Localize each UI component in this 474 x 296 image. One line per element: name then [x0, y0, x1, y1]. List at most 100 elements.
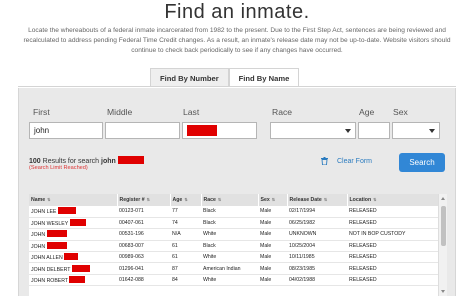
cell-name: JOHN ROBERT: [29, 274, 117, 287]
cell-location: RELEASED: [347, 251, 438, 264]
cell-sex: Male: [258, 217, 287, 230]
sex-select[interactable]: [392, 122, 440, 139]
table-row[interactable]: JOHN ALLEN 00989-063 61 White Male 10/11…: [29, 251, 438, 264]
cell-release-date: 08/23/1985: [287, 262, 347, 275]
cell-release-date: 04/02/1988: [287, 274, 347, 287]
sort-icon: ⇅: [184, 197, 188, 202]
middle-name-input[interactable]: [105, 122, 180, 139]
column-header-race[interactable]: Race ⇅: [201, 194, 259, 206]
search-panel: First Middle Last Race Age Sex john 100 …: [18, 88, 456, 296]
race-select[interactable]: [270, 122, 356, 139]
cell-race: American Indian: [201, 262, 258, 275]
last-name-label: Last: [183, 107, 200, 117]
cell-name: JOHN: [29, 228, 117, 241]
column-header-name[interactable]: Name ⇅: [29, 194, 118, 206]
redaction-mark: [46, 230, 67, 238]
search-button[interactable]: Search: [399, 153, 445, 172]
cell-name: JOHN ALLEN: [29, 251, 117, 264]
tab-find-by-number[interactable]: Find By Number: [150, 68, 229, 87]
cell-age: 84: [170, 274, 201, 287]
sort-icon: ⇅: [217, 197, 222, 202]
cell-race: White: [201, 228, 258, 241]
redaction-mark: [46, 241, 67, 249]
column-header-location[interactable]: Location ⇅: [347, 194, 439, 206]
results-text: Results for search: [42, 158, 100, 165]
column-header-release-date[interactable]: Release Date ⇅: [287, 194, 348, 206]
cell-register: 00683-007: [117, 240, 170, 253]
cell-register: 00531-196: [117, 228, 170, 241]
cell-register: 01642-088: [117, 274, 170, 287]
cell-sex: Male: [258, 274, 287, 287]
redaction-mark: [69, 276, 86, 284]
cell-sex: Male: [258, 240, 287, 253]
cell-name: JOHN DELBERT: [29, 262, 117, 275]
tab-find-by-name[interactable]: Find By Name: [228, 68, 300, 87]
cell-race: Black: [201, 240, 258, 253]
cell-location: RELEASED: [347, 240, 438, 253]
middle-name-label: Middle: [107, 107, 133, 117]
cell-age: 87: [170, 262, 201, 275]
redaction-mark: [187, 125, 217, 136]
cell-register: 00989-063: [117, 251, 170, 264]
sort-icon: ⇅: [47, 197, 51, 202]
search-tabs: Find By Number Find By Name: [150, 68, 300, 87]
column-header-register[interactable]: Register # ⇅: [117, 194, 171, 206]
sex-label: Sex: [393, 107, 408, 117]
tab-divider: [18, 86, 456, 87]
column-header-age[interactable]: Age ⇅: [170, 194, 202, 206]
table-row[interactable]: JOHN 00531-196 N/A White Male UNKNOWN NO…: [29, 228, 438, 241]
cell-release-date: UNKNOWN: [287, 228, 347, 241]
scroll-thumb[interactable]: [441, 206, 446, 246]
last-name-input[interactable]: [182, 122, 257, 139]
first-name-input[interactable]: john: [29, 122, 103, 139]
redaction-mark: [64, 253, 79, 261]
cell-age: 61: [170, 251, 201, 264]
cell-name: JOHN LEE: [29, 206, 117, 218]
cell-race: Black: [201, 217, 258, 230]
cell-release-date: 10/11/1985: [287, 251, 347, 264]
cell-sex: Male: [258, 228, 287, 241]
cell-age: 74: [170, 217, 201, 230]
column-header-sex[interactable]: Sex ⇅: [258, 194, 288, 206]
cell-location: RELEASED: [347, 274, 438, 287]
sort-icon: ⇅: [373, 197, 377, 202]
redaction-mark: [69, 219, 86, 227]
page-title: Find an inmate.: [164, 1, 310, 23]
sort-icon: ⇅: [146, 197, 150, 202]
cell-sex: Male: [258, 251, 287, 264]
table-scrollbar[interactable]: [438, 194, 447, 296]
trash-icon: [321, 157, 328, 165]
cell-race: White: [201, 274, 258, 287]
race-label: Race: [272, 107, 293, 117]
scroll-down-icon[interactable]: [441, 290, 445, 293]
cell-register: 00123-071: [117, 206, 170, 218]
cell-register: 01296-041: [117, 262, 170, 275]
redaction-mark: [57, 207, 76, 215]
cell-location: RELEASED: [347, 262, 438, 275]
cell-age: N/A: [170, 228, 201, 241]
cell-sex: Male: [258, 206, 287, 218]
table-row[interactable]: JOHN ROBERT 01642-088 84 White Male 04/0…: [29, 274, 438, 287]
redaction-mark: [117, 156, 144, 164]
first-name-label: First: [33, 107, 50, 117]
age-input[interactable]: [358, 122, 390, 139]
intro-paragraph: Locate the whereabouts of a federal inma…: [23, 27, 451, 54]
results-table: Name ⇅ Register # ⇅ Age ⇅ Race ⇅ Sex ⇅ Releas…: [29, 194, 447, 296]
clear-form-label: Clear Form: [337, 157, 373, 165]
table-row[interactable]: JOHN 00683-007 61 Black Male 10/25/2004 …: [29, 240, 438, 253]
table-row[interactable]: JOHN LEE 00123-071 77 Black Male 02/17/1…: [29, 206, 438, 218]
chevron-down-icon: [429, 129, 435, 133]
table-row[interactable]: JOHN DELBERT 01296-041 87 American India…: [29, 262, 438, 275]
scroll-up-icon[interactable]: [441, 197, 445, 200]
clear-form-button[interactable]: Clear Form: [321, 157, 372, 165]
redaction-mark: [71, 264, 90, 272]
results-summary: 100 Results for search john: [29, 156, 144, 165]
search-limit-note: (Search Limit Reached): [29, 165, 88, 171]
table-header-row: Name ⇅ Register # ⇅ Age ⇅ Race ⇅ Sex ⇅ Releas…: [29, 194, 439, 206]
cell-age: 77: [170, 206, 201, 218]
table-row[interactable]: JOHN WESLEY 00407-061 74 Black Male 06/2…: [29, 217, 438, 230]
cell-location: NOT IN BOP CUSTODY: [347, 228, 438, 241]
cell-release-date: 02/17/1994: [287, 206, 347, 218]
cell-age: 61: [170, 240, 201, 253]
results-query: john: [101, 158, 116, 165]
